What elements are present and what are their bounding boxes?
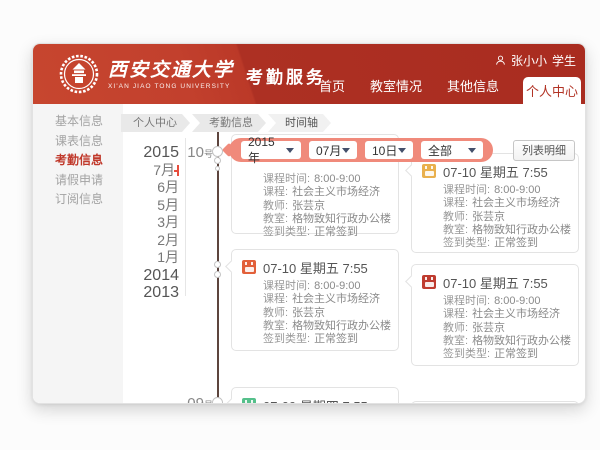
card-header: 07-10 星期五 7:55 [422,273,568,291]
card-field: 课程时间:8:00-9:00 [443,184,570,197]
filter-bubble: 2015年 07月 10日 全部 [229,138,493,162]
university-logo-icon [59,54,99,94]
attendance-card[interactable]: 07-09 星期四 7:55 [231,387,399,404]
breadcrumb-attendance-info[interactable]: 考勤信息 [192,114,266,132]
user-icon [495,55,506,66]
timeline-node [214,157,221,164]
timeline-item-year-2013[interactable]: 2013 [91,284,179,302]
chevron-down-icon [286,148,294,153]
card-field: 教师:张芸京 [443,211,570,224]
chevron-down-icon [468,148,476,153]
card-header: 07-10 星期五 7:55 [422,162,568,180]
brand: 西安交通大学 XI'AN JIAO TONG UNIVERSITY 考勤服务 [59,54,326,94]
timeline-node [215,166,220,171]
card-field: 教室:格物致知行政办公楼 [263,320,390,333]
user-role: 学生 [552,52,576,69]
card-date: 07-10 星期五 7:55 [263,258,368,277]
timeline-node [214,271,221,278]
calendar-status-icon [242,260,256,274]
attendance-card[interactable]: 07-10 星期五 7:55 课程时间:8:00-9:00 课程:社会主义市场经… [411,153,579,253]
calendar-status-icon [242,398,256,404]
timeline-item-month-7-active[interactable]: 7月 [91,162,179,180]
app-header: 西安交通大学 XI'AN JIAO TONG UNIVERSITY 考勤服务 张… [33,44,585,104]
card-field: 课程:社会主义市场经济 [443,197,570,210]
card-field: 签到类型:正常签到 [443,348,570,361]
user-info[interactable]: 张小小 学生 [495,52,576,69]
attendance-card[interactable]: 07-10 星期五 7:55 课程时间:8:00-9:00 课程:社会主义市场经… [231,249,399,351]
nav-home[interactable]: 首页 [319,76,345,95]
breadcrumb: 个人中心 考勤信息 时间轴 [121,114,331,132]
app-title: 考勤服务 [246,63,326,88]
timeline-item-month-1[interactable]: 1月 [91,249,179,267]
card-field: 签到类型:正常签到 [263,333,390,346]
card-field: 教室:格物致知行政办公楼 [263,213,390,226]
card-date: 07-10 星期五 7:55 [443,273,548,292]
card-field: 教师:张芸京 [263,307,390,320]
app-window: 西安交通大学 XI'AN JIAO TONG UNIVERSITY 考勤服务 张… [32,43,586,404]
list-detail-button[interactable]: 列表明细 [513,140,575,161]
attendance-card[interactable]: 07-10 星期五 7:55 课程时间:8:00-9:00 课程:社会主义市场经… [411,264,579,366]
card-field: 教室:格物致知行政办公楼 [443,224,570,237]
nav-personal-center-tab-active[interactable]: 个人中心 [523,77,581,104]
card-field: 教室:格物致知行政办公楼 [443,335,570,348]
card-field: 课程时间:8:00-9:00 [263,280,390,293]
user-name: 张小小 [511,52,547,69]
timeline-item-month-2[interactable]: 2月 [91,232,179,250]
card-date: 07-10 星期五 7:55 [443,162,548,181]
card-field: 课程:社会主义市场经济 [443,308,570,321]
timeline-item-month-6[interactable]: 6月 [91,179,179,197]
timeline-node [212,397,223,404]
nav-classroom-status[interactable]: 教室情况 [370,76,422,95]
screenshot-stage: 西安交通大学 XI'AN JIAO TONG UNIVERSITY 考勤服务 张… [0,0,600,450]
card-field: 课程:社会主义市场经济 [263,293,390,306]
card-field: 教师:张芸京 [263,200,390,213]
timeline-year-month-list: 2015 7月 6月 5月 3月 2月 1月 2014 2013 [91,144,179,302]
card-header: 07-10 星期五 7:55 [242,258,388,276]
month-select[interactable]: 07月 [309,141,357,159]
category-select[interactable]: 全部 [421,141,483,159]
timeline-axis [217,132,219,404]
chevron-down-icon [398,148,406,153]
university-name-cn: 西安交通大学 [108,59,234,81]
day-select[interactable]: 10日 [365,141,413,159]
calendar-status-icon [422,275,436,289]
university-name-en: XI'AN JIAO TONG UNIVERSITY [108,83,234,90]
content-area: 基本信息 课表信息 考勤信息 请假申请 订阅信息 个人中心 考勤信息 时间轴 2… [33,104,585,403]
card-field: 教师:张芸京 [443,322,570,335]
top-nav: 首页 教室情况 其他信息 [319,76,499,95]
timeline-item-year-2015[interactable]: 2015 [91,144,179,162]
timeline-node [214,261,221,268]
chevron-down-icon [342,148,350,153]
timeline-day-label-10: 10号 [179,144,213,162]
timeline-day-label-09: 09号 [179,395,213,404]
nav-other-info[interactable]: 其他信息 [447,76,499,95]
breadcrumb-timeline[interactable]: 时间轴 [268,114,331,132]
attendance-card-partial[interactable] [411,401,579,404]
year-select[interactable]: 2015年 [241,141,301,159]
card-date: 07-09 星期四 7:55 [263,396,368,405]
card-field: 签到类型:正常签到 [263,226,390,239]
card-field: 课程时间:8:00-9:00 [443,295,570,308]
timeline-node [212,146,223,157]
calendar-status-icon [422,164,436,178]
timeline-item-year-2014[interactable]: 2014 [91,267,179,285]
university-name: 西安交通大学 XI'AN JIAO TONG UNIVERSITY [108,59,234,90]
timeline-item-month-3[interactable]: 3月 [91,214,179,232]
card-field: 课程时间:8:00-9:00 [263,173,390,186]
card-field: 课程:社会主义市场经济 [263,186,390,199]
sidebar-item-basic-info[interactable]: 基本信息 [33,112,123,132]
breadcrumb-personal-center[interactable]: 个人中心 [121,114,190,132]
active-month-cursor [177,165,179,176]
timeline-item-month-5[interactable]: 5月 [91,197,179,215]
card-header: 07-09 星期四 7:55 [242,396,388,404]
card-field: 签到类型:正常签到 [443,237,570,250]
